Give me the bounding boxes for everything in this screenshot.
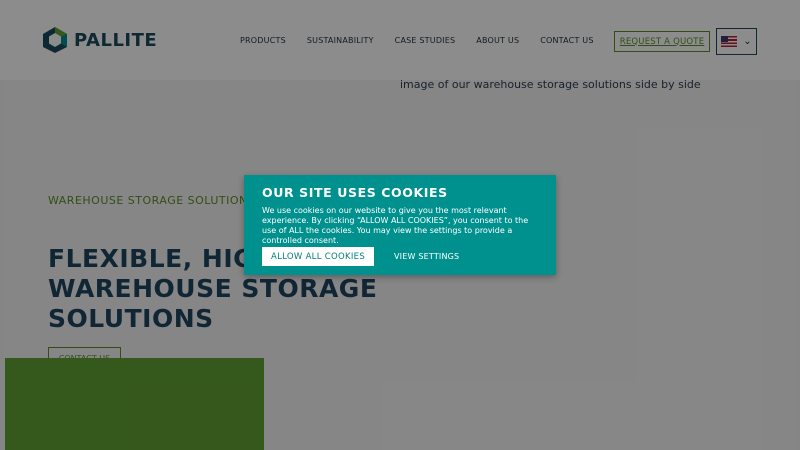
view-settings-button[interactable]: VIEW SETTINGS: [394, 252, 459, 261]
cookie-consent-dialog: OUR SITE USES COOKIES We use cookies on …: [244, 175, 556, 275]
cookie-dialog-title: OUR SITE USES COOKIES: [262, 185, 448, 200]
allow-all-cookies-button[interactable]: ALLOW ALL COOKIES: [262, 247, 374, 266]
cookie-dialog-actions: ALLOW ALL COOKIES VIEW SETTINGS: [262, 247, 459, 266]
cookie-dialog-text: We use cookies on our website to give yo…: [262, 206, 529, 245]
